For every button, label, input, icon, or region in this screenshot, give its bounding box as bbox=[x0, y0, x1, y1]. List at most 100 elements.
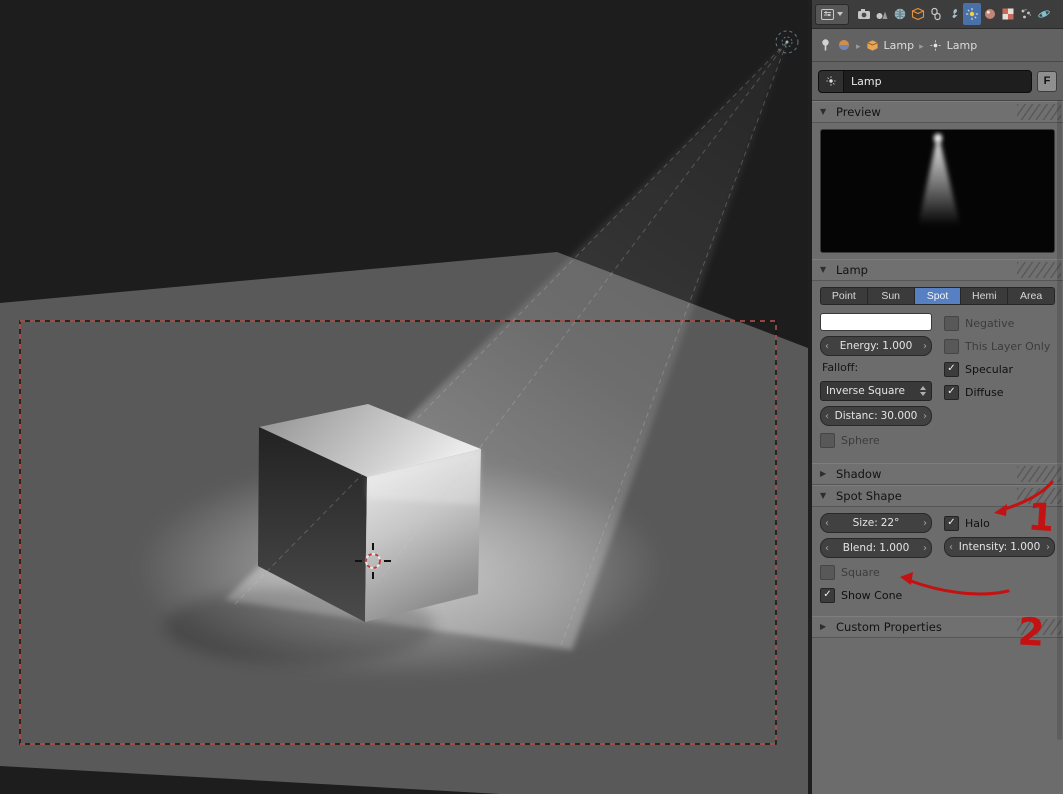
name-field[interactable]: Lamp bbox=[818, 69, 1032, 93]
object-cube-icon[interactable] bbox=[866, 39, 879, 52]
panel-empty-area bbox=[812, 638, 1063, 794]
breadcrumb-data-label[interactable]: Lamp bbox=[947, 39, 978, 52]
panel-title: Preview bbox=[836, 105, 881, 119]
spot-shape-panel-body: Size:22° Blend:1.000 Square Show Cone bbox=[812, 507, 1063, 616]
panel-spot-shape-header[interactable]: Spot Shape bbox=[812, 485, 1063, 507]
lamp-type-point-button[interactable]: Point bbox=[820, 287, 868, 305]
specular-checkbox[interactable]: Specular bbox=[944, 360, 1055, 378]
panel-lamp-header[interactable]: Lamp bbox=[812, 259, 1063, 281]
show-cone-checkbox[interactable]: Show Cone bbox=[820, 586, 932, 604]
panel-drag-stripes[interactable] bbox=[1017, 262, 1061, 278]
tab-scene-icon[interactable] bbox=[873, 3, 891, 25]
panel-drag-stripes[interactable] bbox=[1017, 619, 1061, 635]
blender-window: Lamp Lamp Lamp F Preview bbox=[0, 0, 1063, 794]
panel-title: Spot Shape bbox=[836, 489, 902, 503]
properties-editor-icon bbox=[821, 8, 834, 20]
breadcrumb-separator-icon bbox=[856, 39, 861, 52]
fake-user-button[interactable]: F bbox=[1037, 70, 1057, 92]
sphere-checkbox[interactable]: Sphere bbox=[820, 431, 932, 449]
breadcrumb-separator-icon bbox=[919, 39, 924, 52]
spot-size-label: Size: bbox=[852, 517, 878, 529]
breadcrumb-object-label[interactable]: Lamp bbox=[884, 39, 915, 52]
lamp-type-buttons: Point Sun Spot Hemi Area bbox=[820, 287, 1055, 305]
this-layer-only-checkbox[interactable]: This Layer Only bbox=[944, 337, 1055, 355]
editor-type-button[interactable] bbox=[815, 3, 849, 25]
checkbox-box-checked bbox=[820, 587, 835, 603]
energy-slider[interactable]: Energy:1.000 bbox=[820, 336, 932, 356]
spot-size-slider[interactable]: Size:22° bbox=[820, 513, 932, 533]
distance-label: Distanc: bbox=[834, 410, 878, 422]
preview-panel-body bbox=[812, 123, 1063, 259]
halo-checkbox[interactable]: Halo bbox=[944, 514, 1055, 532]
scrollbar[interactable] bbox=[1057, 100, 1062, 740]
spot-blend-value: 1.000 bbox=[879, 542, 910, 554]
falloff-dropdown[interactable]: Inverse Square bbox=[820, 381, 932, 401]
3d-viewport[interactable] bbox=[0, 0, 808, 794]
negative-checkbox[interactable]: Negative bbox=[944, 314, 1055, 332]
checkbox-box bbox=[944, 338, 959, 354]
tab-material-icon[interactable] bbox=[981, 3, 999, 25]
distance-slider[interactable]: Distanc:30.000 bbox=[820, 406, 932, 426]
halo-intensity-slider[interactable]: Intensity:1.000 bbox=[944, 537, 1055, 557]
breadcrumb: Lamp Lamp bbox=[812, 29, 1063, 62]
expand-triangle-icon bbox=[820, 623, 830, 631]
tab-object-data-icon[interactable] bbox=[963, 3, 981, 25]
name-field-value: Lamp bbox=[851, 74, 882, 88]
expand-triangle-icon bbox=[820, 470, 830, 478]
datablock-row: Lamp F bbox=[812, 62, 1063, 101]
tab-texture-icon[interactable] bbox=[999, 3, 1017, 25]
tab-render-icon[interactable] bbox=[855, 3, 873, 25]
falloff-label: Falloff: bbox=[822, 361, 859, 374]
tab-constraints-icon[interactable] bbox=[927, 3, 945, 25]
panel-title: Lamp bbox=[836, 263, 868, 277]
lamp-icon bbox=[819, 70, 844, 92]
spot-blend-slider[interactable]: Blend:1.000 bbox=[820, 538, 932, 558]
lamp-panel-body: Point Sun Spot Hemi Area Energy:1.000 Fa… bbox=[812, 281, 1063, 463]
intensity-label: Intensity: bbox=[958, 541, 1008, 553]
panel-custom-properties-header[interactable]: Custom Properties bbox=[812, 616, 1063, 638]
property-tabs bbox=[855, 3, 1053, 25]
expand-triangle-icon bbox=[820, 266, 830, 274]
specular-label: Specular bbox=[965, 362, 1014, 376]
checkbox-box bbox=[820, 432, 835, 448]
lamp-color-swatch[interactable] bbox=[820, 313, 932, 331]
square-label: Square bbox=[841, 565, 880, 579]
checkbox-box-checked bbox=[944, 384, 959, 400]
lamp-type-area-button[interactable]: Area bbox=[1008, 287, 1055, 305]
expand-triangle-icon bbox=[820, 108, 830, 116]
tab-modifiers-icon[interactable] bbox=[945, 3, 963, 25]
square-checkbox[interactable]: Square bbox=[820, 563, 932, 581]
panel-preview-header[interactable]: Preview bbox=[812, 101, 1063, 123]
panel-shadow-header[interactable]: Shadow bbox=[812, 463, 1063, 485]
panel-drag-stripes[interactable] bbox=[1017, 466, 1061, 482]
diffuse-label: Diffuse bbox=[965, 385, 1004, 399]
dropdown-updown-icon bbox=[920, 386, 926, 396]
dropdown-caret-icon bbox=[837, 12, 843, 16]
tab-world-icon[interactable] bbox=[891, 3, 909, 25]
intensity-value: 1.000 bbox=[1010, 541, 1041, 553]
lamp-preview bbox=[820, 129, 1055, 253]
tab-physics-icon[interactable] bbox=[1035, 3, 1053, 25]
lamp-type-hemi-button[interactable]: Hemi bbox=[961, 287, 1009, 305]
tab-particles-icon[interactable] bbox=[1017, 3, 1035, 25]
checkbox-box bbox=[820, 564, 835, 580]
falloff-value: Inverse Square bbox=[826, 385, 905, 397]
show-cone-label: Show Cone bbox=[841, 588, 903, 602]
panel-drag-stripes[interactable] bbox=[1017, 488, 1061, 504]
diffuse-checkbox[interactable]: Diffuse bbox=[944, 383, 1055, 401]
expand-triangle-icon bbox=[820, 492, 830, 500]
sphere-label: Sphere bbox=[841, 433, 880, 447]
lamp-data-icon[interactable] bbox=[929, 39, 942, 52]
tab-object-icon[interactable] bbox=[909, 3, 927, 25]
panel-drag-stripes[interactable] bbox=[1017, 104, 1061, 120]
lamp-type-sun-button[interactable]: Sun bbox=[867, 287, 915, 305]
properties-tab-bar bbox=[812, 0, 1063, 29]
properties-editor: Lamp Lamp Lamp F Preview bbox=[812, 0, 1063, 794]
spot-size-value: 22° bbox=[880, 517, 900, 529]
energy-label: Energy: bbox=[839, 340, 880, 352]
scene-ball-icon[interactable] bbox=[837, 38, 851, 52]
checkbox-box-checked bbox=[944, 515, 959, 531]
pin-icon[interactable] bbox=[819, 38, 832, 52]
negative-label: Negative bbox=[965, 316, 1015, 330]
lamp-type-spot-button[interactable]: Spot bbox=[914, 287, 962, 305]
